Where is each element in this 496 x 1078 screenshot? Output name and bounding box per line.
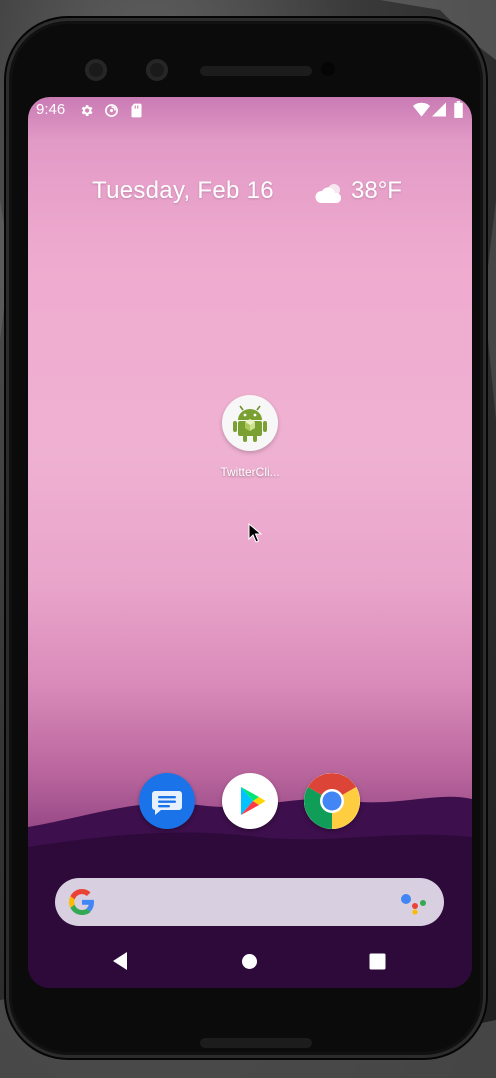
recents-icon[interactable] [369,953,386,970]
status-time: 9:46 [36,101,66,118]
app-label: TwitterCli... [220,465,280,479]
messages-icon [152,791,182,815]
back-icon[interactable] [111,950,129,972]
navigation-bar [28,945,472,977]
google-g-icon[interactable] [69,889,95,915]
chrome-app-icon[interactable] [304,773,360,829]
messages-app-icon[interactable] [139,773,195,829]
mouse-cursor-icon [248,523,262,543]
play-store-icon [241,787,265,815]
front-camera-secondary [146,59,168,81]
battery-icon [454,101,463,118]
home-screen: 9:46 Tuesday, Feb 16 38°F TwitterCli... [28,97,472,988]
play-store-app-icon[interactable] [222,773,278,829]
sd-card-icon [131,103,142,118]
front-camera [85,59,107,81]
signal-icon [432,102,446,117]
temperature-widget[interactable]: 38°F [351,177,402,205]
android-icon [233,405,267,442]
wifi-icon [413,102,430,117]
partly-cloudy-icon[interactable] [314,181,346,205]
chrome-icon [304,773,360,829]
bottom-speaker [200,1038,312,1048]
home-icon[interactable] [241,953,258,970]
top-speaker [200,66,312,76]
twitter-client-app-icon[interactable] [222,395,278,451]
status-bar: 9:46 [28,97,472,125]
proximity-sensor [321,62,335,76]
date-widget[interactable]: Tuesday, Feb 16 [92,177,274,205]
google-search-bar[interactable] [55,878,444,926]
google-assistant-icon[interactable] [399,891,427,915]
settings-icon [81,105,93,116]
no-sync-icon [105,104,118,117]
